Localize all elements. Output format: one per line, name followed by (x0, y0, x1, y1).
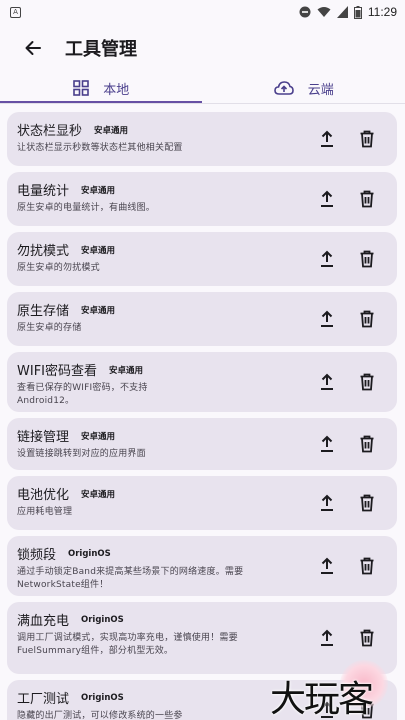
tool-name: 状态栏显秒 (17, 124, 83, 139)
upload-icon (321, 557, 333, 574)
tool-name: WIFI密码查看 (17, 364, 97, 379)
tool-description: 原生安卓的勿扰模式 (17, 263, 100, 273)
tool-badge: 安卓通用 (81, 245, 116, 256)
upload-button[interactable] (315, 554, 339, 578)
tool-name: 链接管理 (17, 430, 70, 445)
watermark-logo: 大玩客 (270, 679, 374, 720)
delete-button[interactable] (355, 187, 379, 211)
tab-cloud-label: 云端 (307, 82, 334, 98)
delete-button[interactable] (355, 554, 379, 578)
upload-button[interactable] (315, 187, 339, 211)
delete-button[interactable] (355, 307, 379, 331)
upload-icon (321, 373, 333, 390)
trash-icon (360, 250, 374, 268)
upload-button[interactable] (315, 247, 339, 271)
upload-button[interactable] (315, 626, 339, 650)
tool-name: 满血充电 (17, 614, 70, 629)
tool-badge: OriginOS (81, 692, 124, 703)
cloud-upload-icon (273, 81, 294, 95)
tab-local[interactable]: 本地 (0, 72, 203, 104)
tool-description: 调用工厂调试模式，实现高功率充电，谨慎使用！需要FuelSummary组件，部分… (17, 633, 238, 656)
status-bar: A 11:29 (0, 0, 405, 24)
tool-name: 电量统计 (17, 184, 70, 199)
clock: 11:29 (367, 5, 397, 19)
tab-local-label: 本地 (103, 82, 130, 98)
grid-icon (73, 80, 90, 96)
back-button[interactable] (13, 28, 53, 68)
upload-icon (321, 130, 333, 147)
tool-badge: OriginOS (68, 548, 111, 559)
tool-card[interactable]: 锁频段 OriginOS 通过手动锁定Band来提高某些场景下的网络速度。需要N… (7, 536, 397, 596)
tool-name: 电池优化 (17, 488, 70, 503)
tool-list[interactable]: 状态栏显秒 安卓通用 让状态栏显示秒数等状态栏其他相关配置 电量统计 安卓通用 … (0, 104, 405, 720)
trash-icon (360, 629, 374, 647)
upload-button[interactable] (315, 127, 339, 151)
tool-card[interactable]: WIFI密码查看 安卓通用 查看已保存的WIFI密码，不支持Android12。 (7, 352, 397, 412)
top-app-bar: 工具管理 (0, 24, 405, 72)
delete-button[interactable] (355, 626, 379, 650)
delete-button[interactable] (355, 491, 379, 515)
upload-icon (321, 494, 333, 511)
tool-badge: 安卓通用 (81, 489, 116, 500)
tool-name: 勿扰模式 (17, 244, 70, 259)
tool-description: 设置链接跳转到对应的应用界面 (17, 449, 146, 459)
tab-row: 本地 云端 (0, 72, 405, 104)
tool-name: 锁频段 (17, 548, 57, 563)
delete-button[interactable] (355, 127, 379, 151)
trash-icon (360, 557, 374, 575)
tool-badge: 安卓通用 (81, 185, 116, 196)
tool-badge: OriginOS (81, 614, 124, 625)
trash-icon (360, 310, 374, 328)
tool-card[interactable]: 勿扰模式 安卓通用 原生安卓的勿扰模式 (7, 232, 397, 286)
dnd-status-icon (299, 6, 311, 18)
upload-button[interactable] (315, 432, 339, 456)
app-notification-icon: A (10, 6, 21, 18)
upload-icon (321, 250, 333, 267)
tool-badge: 安卓通用 (94, 125, 129, 136)
tab-cloud[interactable]: 云端 (203, 72, 405, 104)
upload-icon (321, 435, 333, 452)
signal-icon (336, 6, 348, 18)
tool-name: 工厂测试 (17, 692, 70, 707)
trash-icon (360, 190, 374, 208)
tool-description: 让状态栏显示秒数等状态栏其他相关配置 (17, 143, 183, 153)
tool-name: 原生存储 (17, 304, 70, 319)
upload-button[interactable] (315, 307, 339, 331)
upload-icon (321, 190, 333, 207)
page-title: 工具管理 (65, 39, 137, 60)
upload-button[interactable] (315, 491, 339, 515)
trash-icon (360, 130, 374, 148)
upload-icon (321, 310, 333, 327)
trash-icon (360, 494, 374, 512)
arrow-back-icon (25, 41, 41, 55)
delete-button[interactable] (355, 432, 379, 456)
delete-button[interactable] (355, 247, 379, 271)
tool-description: 原生安卓的存储 (17, 323, 82, 333)
trash-icon (360, 435, 374, 453)
tool-card[interactable]: 满血充电 OriginOS 调用工厂调试模式，实现高功率充电，谨慎使用！需要Fu… (7, 602, 397, 674)
upload-button[interactable] (315, 370, 339, 394)
tool-card[interactable]: 链接管理 安卓通用 设置链接跳转到对应的应用界面 (7, 418, 397, 470)
tool-card[interactable]: 状态栏显秒 安卓通用 让状态栏显示秒数等状态栏其他相关配置 (7, 112, 397, 166)
trash-icon (360, 373, 374, 391)
tool-card[interactable]: 电量统计 安卓通用 原生安卓的电量统计，有曲线图。 (7, 172, 397, 226)
tool-description: 应用耗电管理 (17, 507, 73, 517)
tool-badge: 安卓通用 (109, 365, 144, 376)
tool-card[interactable]: 原生存储 安卓通用 原生安卓的存储 (7, 292, 397, 346)
tool-description: 查看已保存的WIFI密码，不支持Android12。 (17, 383, 148, 406)
battery-icon (353, 5, 362, 19)
tool-card[interactable]: 电池优化 安卓通用 应用耗电管理 (7, 476, 397, 530)
upload-icon (321, 629, 333, 646)
tool-badge: 安卓通用 (81, 431, 116, 442)
tool-description: 原生安卓的电量统计，有曲线图。 (17, 203, 156, 213)
wifi-icon (317, 7, 331, 17)
delete-button[interactable] (355, 370, 379, 394)
tool-description: 通过手动锁定Band来提高某些场景下的网络速度。需要NetworkState组件… (17, 567, 244, 590)
tool-description: 隐藏的出厂测试，可以修改系统的一些参 (17, 711, 183, 720)
tool-badge: 安卓通用 (81, 305, 116, 316)
